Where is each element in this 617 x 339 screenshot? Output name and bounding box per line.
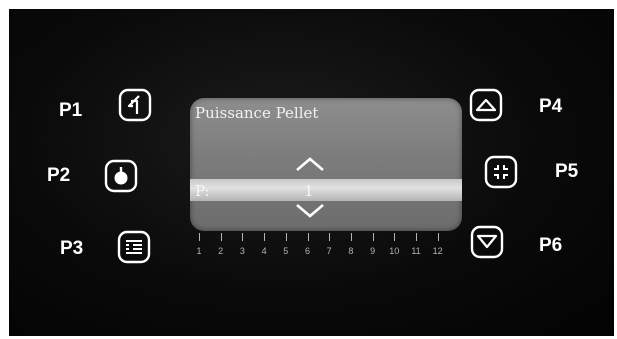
p1-label: P1 [59,100,83,121]
p4-label: P4 [539,96,563,117]
p4-button[interactable] [468,87,504,123]
p3-button[interactable] [116,229,152,265]
p6-label: P6 [539,235,563,256]
level-scale: 1 2 3 4 5 6 7 8 9 10 11 12 [195,233,465,261]
scale-label-1: 1 [196,246,202,256]
scale-label-5: 5 [283,246,289,256]
lcd-display: Puissance Pellet P: 1 [190,98,462,231]
scale-tick [307,233,309,241]
scale-label-6: 6 [304,246,311,256]
scale-label-2: 2 [218,246,224,256]
scale-tick [199,233,200,241]
scale-label-10: 10 [389,246,400,256]
chevron-up-icon [296,157,324,171]
up-triangle-icon [469,88,503,122]
selection-highlight [190,179,462,201]
scale-tick [242,233,244,241]
p2-button[interactable] [103,158,139,194]
scale-label-11: 11 [411,246,421,256]
collapse-icon [484,155,518,189]
scale-tick [350,233,352,241]
menu-icon [117,230,151,264]
scale-label-3: 3 [239,246,245,256]
p1-button[interactable] [117,87,153,123]
back-icon [118,88,152,122]
chevron-down-icon [296,204,324,218]
scale-label-8: 8 [348,246,354,256]
down-triangle-icon [470,225,504,259]
scale-label-4: 4 [261,246,267,256]
scale-tick [264,233,266,241]
scale-tick [285,233,287,241]
p6-button[interactable] [469,224,505,260]
p2-label: P2 [47,165,71,186]
scale-label-7: 7 [326,246,332,256]
scale-tick [437,233,439,241]
parameter-label: P: [195,182,210,200]
scale-tick [394,233,396,241]
scale-tick [329,233,331,241]
parameter-value: 1 [304,182,314,200]
scale-tick [416,233,417,241]
control-panel: P1 P2 P3 P4 P5 P6 Puissance Pellet P: 1 … [9,9,614,336]
scale-tick [220,233,222,241]
power-icon [104,159,138,193]
p3-label: P3 [60,238,84,259]
p5-label: P5 [555,161,579,182]
scale-label-9: 9 [370,246,376,256]
scale-label-12: 12 [432,246,443,256]
p5-button[interactable] [483,154,519,190]
lcd-title: Puissance Pellet [195,104,319,122]
scale-tick [372,233,374,241]
